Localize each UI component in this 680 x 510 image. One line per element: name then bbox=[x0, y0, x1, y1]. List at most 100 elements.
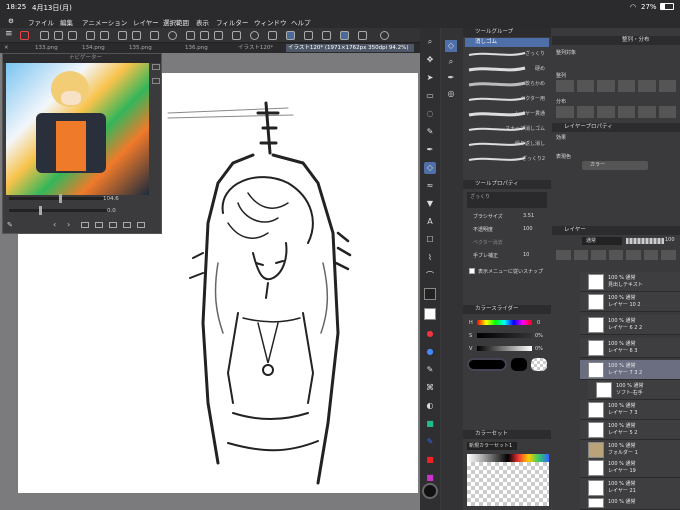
tab-134[interactable]: 134.png bbox=[82, 44, 122, 52]
menu-edit[interactable]: 編集 bbox=[60, 17, 73, 27]
app-logo-icon[interactable] bbox=[20, 31, 29, 40]
align-center-icon[interactable] bbox=[576, 80, 594, 92]
align-right-icon[interactable] bbox=[597, 80, 615, 92]
brush-item-5[interactable]: スナップ消しゴム bbox=[467, 124, 547, 134]
actual-size-icon[interactable] bbox=[95, 222, 103, 228]
tab-illust-120[interactable]: イラスト120* bbox=[238, 44, 283, 52]
layer-row[interactable]: 100 % 通常 ソフト-右手 bbox=[588, 380, 680, 400]
rotate-icon[interactable] bbox=[322, 31, 331, 40]
correct-line-icon[interactable]: ⌒ bbox=[424, 270, 436, 282]
undo-icon[interactable] bbox=[86, 31, 95, 40]
menu-window[interactable]: ウィンドウ bbox=[254, 17, 287, 27]
menu-selection[interactable]: 選択範囲 bbox=[163, 17, 189, 27]
distribute-6-icon[interactable] bbox=[658, 106, 676, 118]
tool-icon-21[interactable]: ■ bbox=[424, 454, 436, 466]
app-icon[interactable]: ⚙ bbox=[8, 17, 14, 25]
tool-icon-18[interactable]: ◐ bbox=[424, 400, 436, 412]
distribute-5-icon[interactable] bbox=[638, 106, 656, 118]
subtool-icon-3[interactable]: ✒ bbox=[445, 72, 457, 84]
flip-v-icon[interactable] bbox=[123, 222, 131, 228]
text-tool-icon[interactable]: A bbox=[424, 216, 436, 228]
layer-row[interactable]: 100 % 通常 レイヤー 10 2 bbox=[580, 292, 680, 312]
prev-arrow-icon[interactable]: ‹ bbox=[53, 220, 56, 229]
layer-row-selected[interactable]: 100 % 通常 レイヤー 7 3 2 bbox=[580, 360, 680, 380]
tab-close-icon[interactable]: ✕ bbox=[4, 44, 24, 52]
snap-checkbox[interactable] bbox=[469, 268, 475, 274]
tool-icon-16[interactable]: ✎ bbox=[424, 364, 436, 376]
sub-color-icon[interactable] bbox=[424, 308, 436, 320]
hue-slider[interactable] bbox=[477, 320, 532, 325]
transparent-swatch[interactable] bbox=[531, 358, 547, 371]
stabilizer-icon[interactable] bbox=[340, 31, 349, 40]
menu-filter[interactable]: フィルター bbox=[216, 17, 248, 27]
eyedropper-tool-icon[interactable]: ✎ bbox=[424, 126, 436, 138]
layer-opacity-slider[interactable] bbox=[626, 238, 664, 244]
new-folder-icon[interactable] bbox=[591, 250, 606, 260]
layer-row[interactable]: 100 % 通常 レイヤー 6 2 2 bbox=[580, 315, 680, 335]
clear-outside-icon[interactable] bbox=[132, 31, 141, 40]
fit-icon[interactable] bbox=[81, 222, 89, 228]
save-icon[interactable] bbox=[68, 31, 77, 40]
tool-icon-20[interactable]: ✎ bbox=[424, 436, 436, 448]
distribute-2-icon[interactable] bbox=[576, 106, 594, 118]
move-tool-icon[interactable]: ✥ bbox=[424, 54, 436, 66]
ruler-icon[interactable] bbox=[250, 31, 259, 40]
main-color-icon[interactable] bbox=[424, 288, 436, 300]
expression-color-select[interactable]: カラー bbox=[582, 161, 648, 170]
select-tool-icon[interactable]: ▭ bbox=[424, 90, 436, 102]
layer-row[interactable]: 100 % 通常 レイヤー 6 3 bbox=[580, 338, 680, 358]
tool-icon-15[interactable]: ● bbox=[424, 346, 436, 358]
pen-pressure-icon[interactable] bbox=[358, 31, 367, 40]
blend-tool-icon[interactable]: ≈ bbox=[424, 180, 436, 192]
open-icon[interactable] bbox=[54, 31, 63, 40]
zoom-in-icon[interactable] bbox=[152, 64, 160, 70]
lock-icon[interactable] bbox=[643, 250, 659, 260]
sub-color-swatch[interactable] bbox=[511, 358, 527, 371]
menu-file[interactable]: ファイル bbox=[28, 17, 54, 27]
redo-icon[interactable] bbox=[100, 31, 109, 40]
brush-item-7[interactable]: ざっくり2 bbox=[467, 154, 547, 164]
grid-icon[interactable] bbox=[268, 31, 277, 40]
tab-135[interactable]: 135.png bbox=[129, 44, 169, 52]
menu-view[interactable]: 表示 bbox=[196, 17, 209, 27]
eraser-subtool-icon[interactable]: ◇ bbox=[445, 40, 457, 52]
ruler-tool-icon[interactable]: ⌇ bbox=[424, 252, 436, 264]
layer-row[interactable]: 100 % 通常 見出しテキスト bbox=[580, 272, 680, 292]
brush-item-3[interactable]: ベクター用 bbox=[467, 94, 547, 104]
color-circle-icon[interactable] bbox=[422, 483, 438, 499]
pen-tool-icon[interactable]: ✒ bbox=[424, 144, 436, 156]
zoom-slider[interactable] bbox=[9, 194, 109, 203]
eyedropper-icon[interactable]: ✎ bbox=[7, 221, 13, 229]
layer-row[interactable]: 100 % 通常 レイヤー 5 2 bbox=[580, 420, 680, 440]
distribute-4-icon[interactable] bbox=[617, 106, 635, 118]
fill-tool-icon[interactable]: ▼ bbox=[424, 198, 436, 210]
flip-h-icon[interactable] bbox=[109, 222, 117, 228]
distribute-1-icon[interactable] bbox=[556, 106, 574, 118]
brush-item-2[interactable]: 軟らかめ bbox=[467, 79, 547, 89]
menu-help[interactable]: ヘルプ bbox=[291, 17, 311, 27]
brush-item-6[interactable]: 繰り返し消し bbox=[467, 139, 547, 149]
delete-layer-icon[interactable] bbox=[661, 250, 677, 260]
layer-row[interactable]: 100 % 通常 レイヤー 21 bbox=[580, 478, 680, 498]
brush-item-4[interactable]: レイヤー貫通 bbox=[467, 109, 547, 119]
tool-icon-19[interactable]: ■ bbox=[424, 418, 436, 430]
align-middle-icon[interactable] bbox=[638, 80, 656, 92]
show-selection-icon[interactable] bbox=[232, 31, 241, 40]
zoom-out-icon[interactable] bbox=[152, 78, 160, 84]
clip-icon[interactable] bbox=[626, 250, 641, 260]
hamburger-icon[interactable]: ≡ bbox=[5, 29, 14, 39]
flip-icon[interactable] bbox=[304, 31, 313, 40]
brush-size-value[interactable]: 3.51 bbox=[523, 213, 534, 219]
snap-icon[interactable] bbox=[168, 31, 177, 40]
menu-layer[interactable]: レイヤー bbox=[133, 17, 159, 27]
tab-136[interactable]: 136.png bbox=[185, 44, 225, 52]
deselect-icon[interactable] bbox=[200, 31, 209, 40]
balloon-tool-icon[interactable]: ☐ bbox=[424, 234, 436, 246]
navigator-preview[interactable] bbox=[6, 63, 149, 195]
saturation-slider[interactable] bbox=[477, 333, 532, 338]
value-slider[interactable] bbox=[477, 346, 532, 351]
folder-row[interactable]: 100 % 通常 フォルダー 1 bbox=[580, 440, 680, 460]
brush-item-0[interactable]: ざっくり bbox=[467, 49, 547, 59]
menu-animation[interactable]: アニメーション bbox=[82, 17, 127, 27]
rotate-slider[interactable] bbox=[9, 206, 109, 215]
